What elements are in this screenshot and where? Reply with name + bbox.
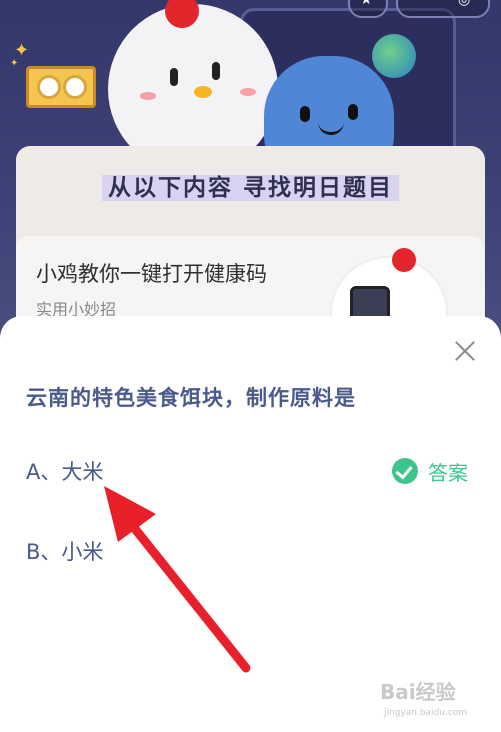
check-circle-icon xyxy=(392,458,418,484)
menu-capsule[interactable]: ◎ xyxy=(396,0,490,18)
medal-icon xyxy=(37,75,61,99)
circle-icon: ◎ xyxy=(458,0,471,8)
monster-eye xyxy=(300,106,310,122)
sparkle-icon: ✦ xyxy=(10,58,19,69)
option-a[interactable]: A、大米 xyxy=(26,456,103,486)
content-item-title: 小鸡教你一键打开健康码 xyxy=(36,262,267,286)
answer-label: 答案 xyxy=(428,460,468,485)
chick-beak xyxy=(194,86,212,98)
option-b[interactable]: B、小米 xyxy=(26,536,103,566)
bookmark-icon: ★ xyxy=(360,0,373,8)
globe-icon xyxy=(372,34,416,78)
medal-frame-icon xyxy=(26,66,96,108)
chick-eye xyxy=(212,62,220,80)
answer-badge: 答案 xyxy=(392,456,468,486)
quiz-question: 云南的特色美食饵块，制作原料是 xyxy=(26,386,356,410)
chick-eye xyxy=(170,68,178,86)
medal-icon xyxy=(63,75,87,99)
card-heading-text: 从以下内容 寻找明日题目 xyxy=(101,175,399,201)
bookmark-button[interactable]: ★ xyxy=(348,0,388,18)
watermark-logo: Bai经验 xyxy=(380,680,456,704)
quiz-sheet xyxy=(0,316,501,732)
mini-chick-comb xyxy=(392,248,416,272)
watermark-url: jingyan.baidu.com xyxy=(384,708,468,718)
close-icon[interactable] xyxy=(448,334,482,368)
card-heading: 从以下内容 寻找明日题目 xyxy=(16,168,485,202)
chick-cheek xyxy=(140,92,156,100)
monster-eye xyxy=(348,104,358,120)
chick-cheek xyxy=(240,88,256,96)
